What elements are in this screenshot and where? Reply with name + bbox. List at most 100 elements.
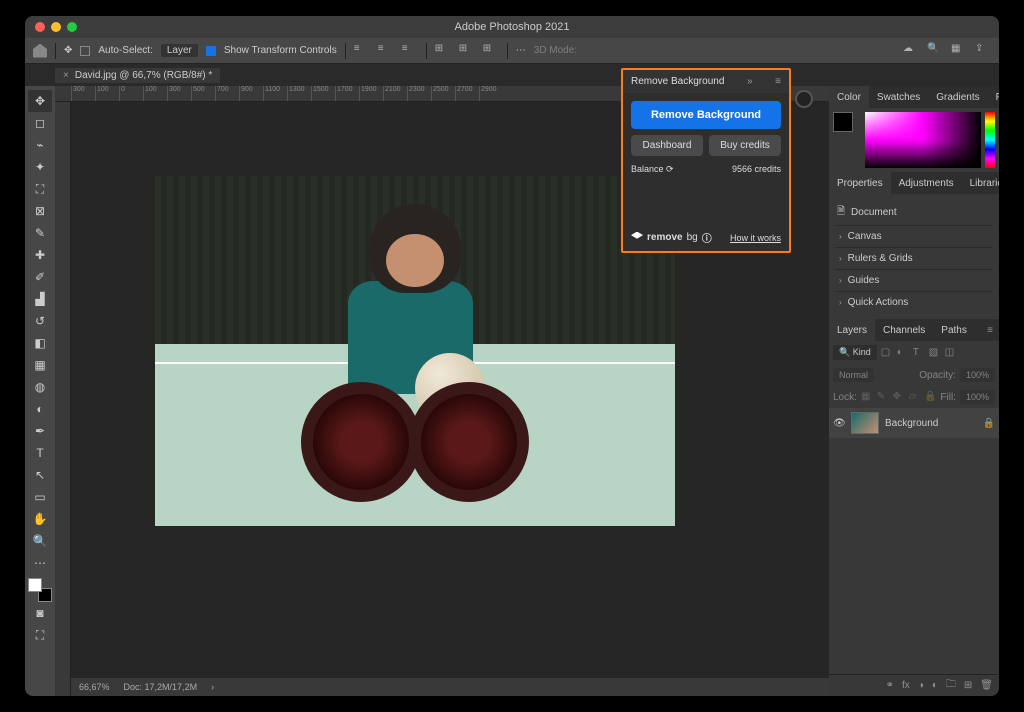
visibility-icon[interactable]: 👁 [833,418,845,429]
lock-icon[interactable]: ▱ [909,391,921,403]
lock-all-icon[interactable]: 🔒 [924,391,936,403]
dodge-tool[interactable]: ◐ [28,398,52,420]
trash-icon[interactable]: 🗑 [980,680,993,691]
layer-dropdown[interactable]: Layer [161,44,198,57]
color-spectrum[interactable] [865,112,981,168]
section-canvas[interactable]: ›Canvas [835,225,993,247]
pen-tool[interactable]: ✒ [28,420,52,442]
layer-row[interactable]: 👁 Background 🔒 [829,408,999,438]
close-icon[interactable] [35,22,45,32]
blend-mode[interactable]: Normal [833,368,874,382]
marquee-tool[interactable]: ◻ [28,112,52,134]
edit-toolbar[interactable]: ⋯ [28,552,52,574]
color-swatches[interactable] [28,578,52,602]
frame-tool[interactable]: ⊠ [28,200,52,222]
how-it-works-link[interactable]: How it works [730,233,781,243]
panel-menu-icon[interactable]: ≡ [775,76,781,87]
opacity-value[interactable]: 100% [960,368,995,382]
chevron-right-icon[interactable]: › [211,682,214,692]
eraser-tool[interactable]: ◧ [28,332,52,354]
align-icon[interactable]: ≡ [354,43,370,59]
zoom-level[interactable]: 66,67% [79,682,110,692]
buy-credits-button[interactable]: Buy credits [709,135,781,156]
distribute-icon[interactable]: ⊞ [483,43,499,59]
tab-color[interactable]: Color [829,86,869,108]
new-layer-icon[interactable]: ⊞ [964,680,972,691]
tab-adjustments[interactable]: Adjustments [891,172,962,194]
section-guides[interactable]: ›Guides [835,269,993,291]
distribute-icon[interactable]: ⊞ [435,43,451,59]
tab-libraries[interactable]: Libraries [962,172,999,194]
heal-tool[interactable]: ✚ [28,244,52,266]
mask-icon[interactable]: ◑ [918,680,924,691]
move-tool[interactable]: ✥ [28,90,52,112]
minimize-icon[interactable] [51,22,61,32]
filter-pixel-icon[interactable]: ▢ [881,347,893,359]
screenmode-icon[interactable]: ⛶ [28,624,52,646]
dashboard-button[interactable]: Dashboard [631,135,703,156]
lock-icon[interactable]: ▦ [861,391,873,403]
workspace-icon[interactable]: ▦ [951,43,967,59]
path-tool[interactable]: ↖ [28,464,52,486]
lock-icon[interactable]: ✥ [893,391,905,403]
tab-properties[interactable]: Properties [829,172,891,194]
share-icon[interactable]: ⇪ [975,43,991,59]
section-quick-actions[interactable]: ›Quick Actions [835,291,993,313]
stamp-tool[interactable]: ▟ [28,288,52,310]
document-canvas[interactable] [155,176,675,526]
tab-paths[interactable]: Paths [933,319,975,341]
filter-shape-icon[interactable]: ▧ [929,347,941,359]
distribute-icon[interactable]: ⊞ [459,43,475,59]
brush-tool[interactable]: ✐ [28,266,52,288]
filter-type-icon[interactable]: T [913,347,925,359]
show-transform-checkbox[interactable] [206,46,216,56]
gradient-tool[interactable]: ▦ [28,354,52,376]
fill-value[interactable]: 100% [960,390,995,404]
tab-gradients[interactable]: Gradients [928,86,987,108]
tab-swatches[interactable]: Swatches [869,86,928,108]
tab-channels[interactable]: Channels [875,319,933,341]
shape-tool[interactable]: ▭ [28,486,52,508]
filter-kind[interactable]: 🔍 Kind [833,345,877,360]
eyedropper-tool[interactable]: ✎ [28,222,52,244]
search-icon[interactable]: 🔍 [927,43,943,59]
color-swatch-icon[interactable] [833,112,861,168]
align-icon[interactable]: ≡ [378,43,394,59]
remove-background-button[interactable]: Remove Background [631,101,781,129]
auto-select-checkbox[interactable] [80,46,90,56]
layer-thumbnail[interactable] [851,412,879,434]
fx-icon[interactable]: fx [902,680,910,691]
section-rulers[interactable]: ›Rulers & Grids [835,247,993,269]
refresh-icon[interactable]: ⟳ [666,164,674,174]
lasso-tool[interactable]: ⌁ [28,134,52,156]
info-icon[interactable]: ⓘ [702,230,712,245]
wand-tool[interactable]: ✦ [28,156,52,178]
document-tab[interactable]: × David.jpg @ 66,7% (RGB/8#) * [55,68,220,83]
more-icon[interactable]: ⋯ [516,45,526,56]
tab-patterns[interactable]: Patterns [988,86,999,108]
tab-close-icon[interactable]: × [63,70,69,81]
align-icon[interactable]: ≡ [402,43,418,59]
history-brush-tool[interactable]: ↺ [28,310,52,332]
crop-tool[interactable]: ⛶ [28,178,52,200]
group-icon[interactable]: 🗀 [946,677,956,694]
panel-menu-icon[interactable]: ≡ [981,325,999,336]
hand-tool[interactable]: ✋ [28,508,52,530]
type-tool[interactable]: T [28,442,52,464]
foreground-swatch[interactable] [28,578,42,592]
link-icon[interactable]: ⚭ [886,680,894,691]
lock-icon[interactable]: ✎ [877,391,889,403]
quickmask-icon[interactable]: ◙ [28,602,52,624]
plugin-dock-icon[interactable] [795,90,813,108]
filter-smart-icon[interactable]: ◫ [945,347,957,359]
adjustment-icon[interactable]: ◐ [932,680,938,691]
home-icon[interactable] [33,44,47,58]
blur-tool[interactable]: ◍ [28,376,52,398]
filter-adj-icon[interactable]: ◐ [897,347,909,359]
maximize-icon[interactable] [67,22,77,32]
move-tool-icon[interactable]: ✥ [64,45,72,56]
zoom-tool[interactable]: 🔍 [28,530,52,552]
cloud-icon[interactable]: ☁ [903,43,919,59]
tab-layers[interactable]: Layers [829,319,875,341]
collapse-icon[interactable]: » [747,76,753,87]
